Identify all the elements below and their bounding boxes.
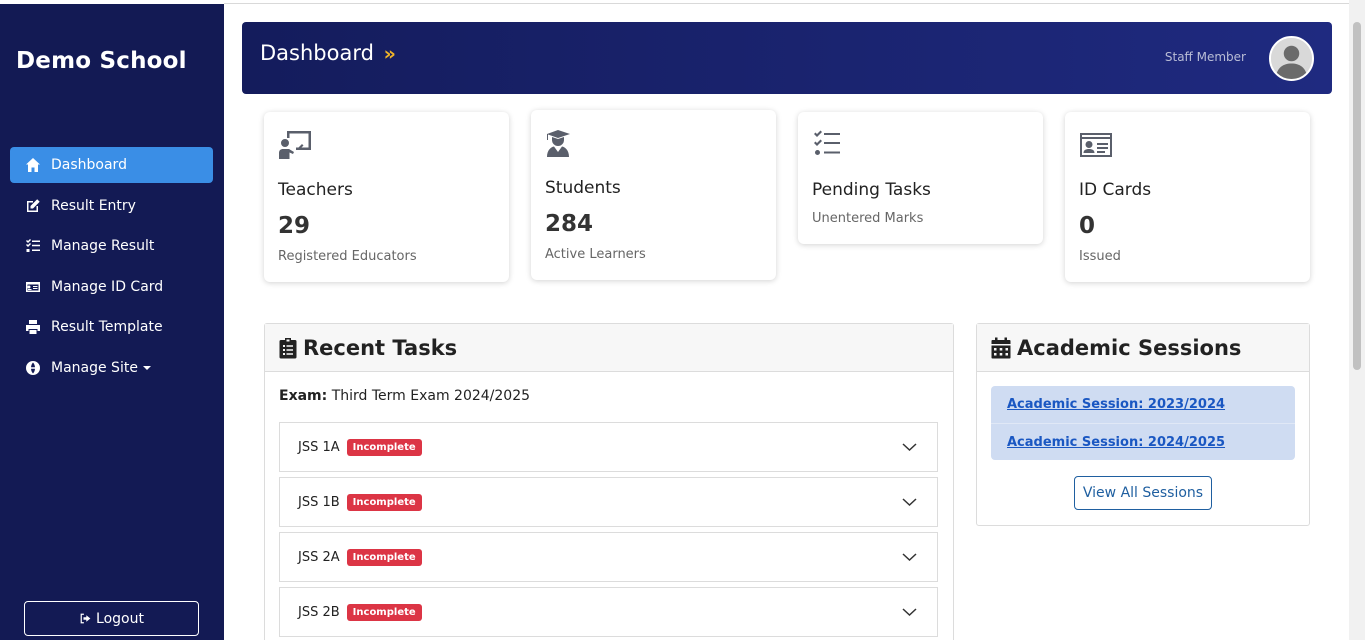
session-link[interactable]: Academic Session: 2024/2025 [991, 423, 1295, 460]
sidebar-item-label: Manage Result [51, 238, 155, 254]
sign-out-icon [80, 613, 91, 624]
clipboard-icon [279, 337, 297, 358]
scrollbar[interactable] [1349, 0, 1365, 640]
graduate-icon [545, 128, 579, 158]
chevron-down-icon [902, 606, 917, 617]
exam-value: Third Term Exam 2024/2025 [331, 388, 531, 404]
globe-icon [24, 359, 41, 376]
stat-subtitle: Unentered Marks [812, 211, 924, 226]
accordion-item[interactable]: JSS 2A Incomplete [279, 532, 938, 582]
stat-title: Teachers [278, 180, 353, 200]
sidebar-item-label: Manage Site [51, 359, 138, 376]
logout-button[interactable]: Logout [24, 601, 199, 636]
session-link[interactable]: Academic Session: 2023/2024 [991, 386, 1295, 423]
chevron-down-icon [902, 496, 917, 507]
sidebar-item-manage-site[interactable]: Manage Site [10, 350, 213, 386]
stat-subtitle: Issued [1079, 249, 1121, 264]
stat-subtitle: Active Learners [545, 247, 646, 262]
class-name: JSS 2B [298, 604, 340, 620]
page-title: Dashboard » [260, 41, 396, 65]
stat-title: Pending Tasks [812, 180, 931, 200]
scrollbar-thumb[interactable] [1353, 22, 1361, 370]
class-name: JSS 2A [298, 549, 340, 565]
stat-card-students[interactable]: Students 284 Active Learners [531, 110, 776, 280]
recent-tasks-panel: Recent Tasks Exam: Third Term Exam 2024/… [264, 323, 954, 640]
status-badge: Incomplete [346, 493, 422, 511]
print-icon [24, 319, 41, 336]
recent-tasks-title: Recent Tasks [303, 335, 458, 360]
tasks-icon [812, 130, 846, 160]
page-title-text: Dashboard [260, 41, 374, 65]
academic-sessions-header: Academic Sessions [977, 324, 1309, 372]
sidebar-nav: Dashboard Result Entry Manage Result Man… [10, 147, 213, 390]
stat-value: 29 [278, 213, 311, 239]
accordion-item[interactable]: JSS 2B Incomplete [279, 587, 938, 637]
sidebar-item-label: Dashboard [51, 157, 127, 173]
sidebar-item-manage-id-card[interactable]: Manage ID Card [10, 269, 213, 305]
class-name: JSS 1A [298, 439, 340, 455]
user-role-label: Staff Member [1164, 50, 1246, 64]
view-all-sessions-button[interactable]: View All Sessions [1074, 476, 1212, 510]
chalkboard-teacher-icon [278, 130, 312, 160]
sidebar-item-label: Result Entry [51, 197, 136, 214]
class-name: JSS 1B [298, 494, 340, 510]
chevron-down-icon [902, 551, 917, 562]
sidebar-item-manage-result[interactable]: Manage Result [10, 228, 213, 264]
list-check-icon [24, 238, 41, 255]
id-card-icon [1079, 130, 1113, 160]
session-list: Academic Session: 2023/2024 Academic Ses… [991, 386, 1295, 460]
stat-card-teachers[interactable]: Teachers 29 Registered Educators [264, 112, 509, 282]
sidebar-item-label: Manage ID Card [51, 278, 164, 295]
academic-sessions-panel: Academic Sessions Academic Session: 2023… [976, 323, 1310, 526]
chevron-down-icon [902, 441, 917, 452]
status-badge: Incomplete [346, 603, 422, 621]
sidebar-item-result-template[interactable]: Result Template [10, 309, 213, 345]
sidebar-item-result-entry[interactable]: Result Entry [10, 188, 213, 224]
page-header: Dashboard » Staff Member [242, 22, 1332, 94]
avatar[interactable] [1269, 36, 1314, 81]
stat-value: 284 [545, 211, 594, 237]
caret-down-icon [142, 365, 151, 370]
stat-subtitle: Registered Educators [278, 249, 417, 264]
accordion-item[interactable]: JSS 1B Incomplete [279, 477, 938, 527]
title-chevron: » [383, 43, 396, 65]
sidebar: Demo School Dashboard Result Entry Manag… [0, 0, 224, 640]
stat-title: Students [545, 178, 621, 198]
logout-label: Logout [96, 610, 144, 627]
exam-line: Exam: Third Term Exam 2024/2025 [279, 388, 530, 404]
top-divider [224, 0, 1365, 4]
accordion-item[interactable]: JSS 1A Incomplete [279, 422, 938, 472]
status-badge: Incomplete [346, 548, 422, 566]
user-avatar-icon [1271, 38, 1312, 79]
edit-icon [24, 197, 41, 214]
calendar-icon [991, 337, 1011, 358]
id-card-icon [24, 278, 41, 295]
sidebar-item-label: Result Template [51, 319, 163, 335]
stat-title: ID Cards [1079, 180, 1152, 200]
status-badge: Incomplete [346, 438, 422, 456]
stat-value: 0 [1079, 213, 1096, 239]
sidebar-item-dashboard[interactable]: Dashboard [10, 147, 213, 183]
recent-tasks-header: Recent Tasks [265, 324, 953, 372]
home-icon [24, 157, 41, 174]
stat-card-pending-tasks[interactable]: Pending Tasks Unentered Marks [798, 112, 1043, 244]
academic-sessions-title: Academic Sessions [1017, 335, 1242, 360]
brand-title: Demo School [16, 48, 187, 74]
exam-label: Exam: [279, 388, 328, 404]
stat-card-id-cards[interactable]: ID Cards 0 Issued [1065, 112, 1310, 282]
